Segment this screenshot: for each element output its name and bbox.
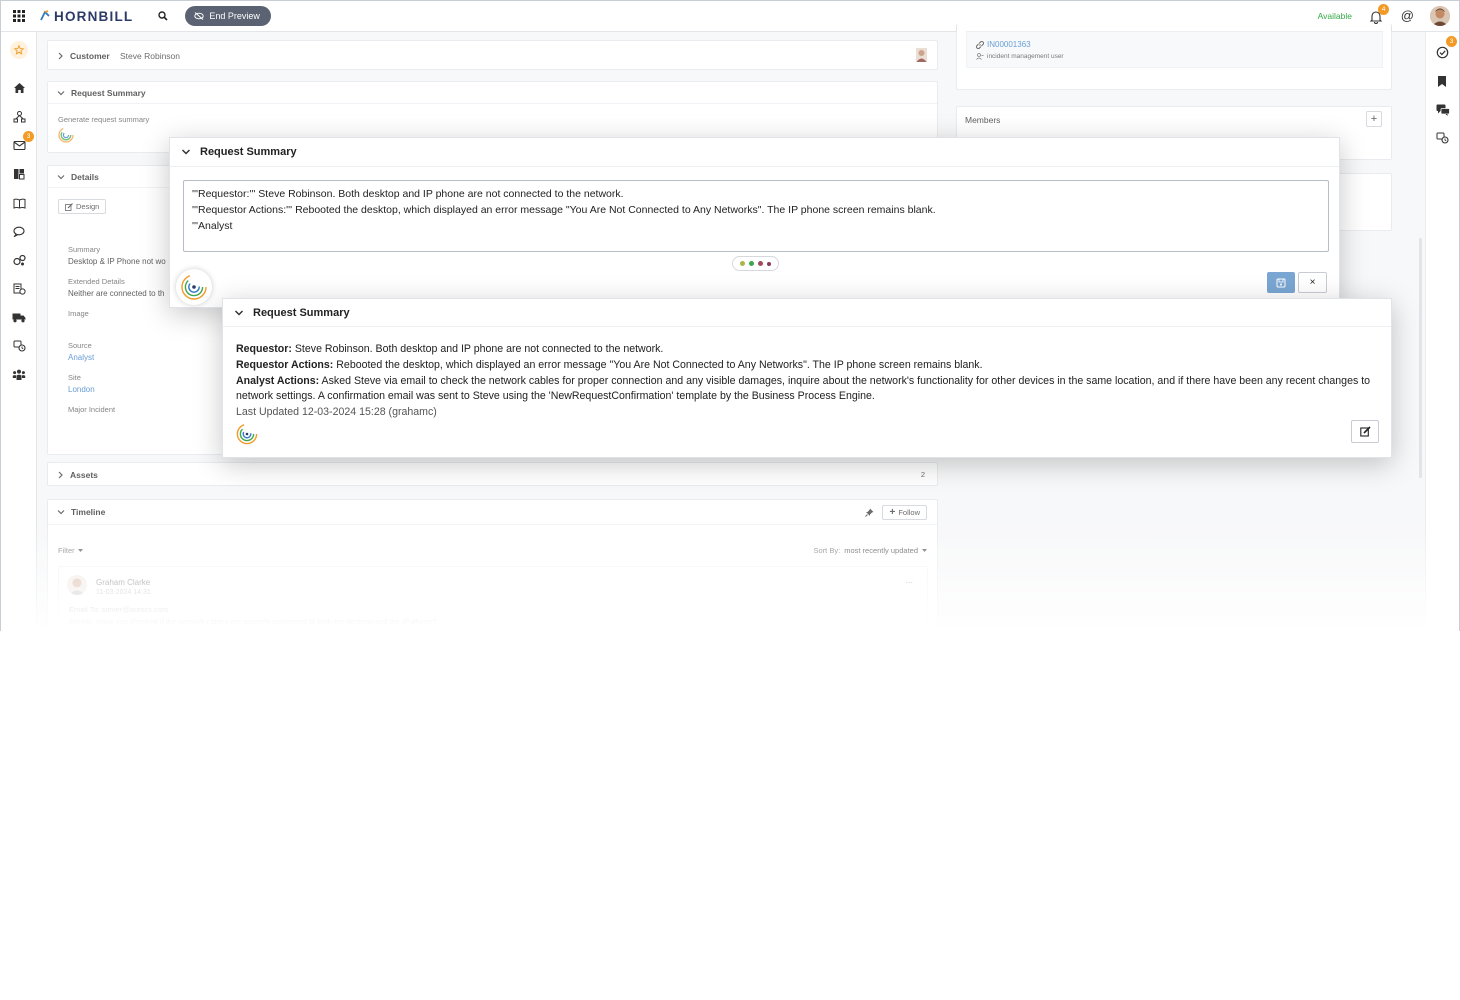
dashboard-icon[interactable] bbox=[11, 166, 27, 182]
chevron-down-icon bbox=[181, 149, 191, 155]
save-button[interactable] bbox=[1267, 272, 1295, 293]
requestor-actions-line: Requestor Actions: Rebooted the desktop,… bbox=[236, 358, 1376, 374]
check-circle-icon[interactable]: 3 bbox=[1436, 36, 1457, 60]
hierarchy-icon[interactable] bbox=[11, 109, 27, 125]
save-icon bbox=[1276, 278, 1286, 287]
hornbill-logo[interactable]: HORNBILL bbox=[39, 9, 133, 24]
right-navigation: 3 bbox=[1425, 32, 1459, 631]
service-icon[interactable] bbox=[1436, 132, 1450, 146]
close-icon: × bbox=[1309, 277, 1316, 288]
requestor-actions-text: Rebooted the desktop, which displayed an… bbox=[333, 358, 983, 371]
requestor-line: Requestor: Steve Robinson. Both desktop … bbox=[236, 342, 1376, 358]
analyst-actions-line: Analyst Actions: Asked Steve via email t… bbox=[236, 374, 1376, 406]
left-navigation: 3 bbox=[1, 32, 37, 631]
progress-dot bbox=[758, 261, 763, 266]
edit-dialog-title: Request Summary bbox=[200, 146, 297, 158]
hornbill-logo-icon bbox=[40, 10, 50, 21]
eye-slash-icon bbox=[194, 12, 205, 20]
mentions-button[interactable]: @ bbox=[1401, 8, 1414, 23]
progress-dot bbox=[767, 261, 771, 266]
ai-summary-icon[interactable] bbox=[236, 423, 258, 445]
logo-text: HORNBILL bbox=[54, 8, 134, 24]
end-preview-label: End Preview bbox=[209, 11, 260, 21]
tasks-badge: 3 bbox=[1446, 36, 1457, 47]
cogs-icon[interactable] bbox=[11, 252, 27, 268]
requestor-actions-label: Requestor Actions: bbox=[236, 358, 334, 371]
comments-icon[interactable] bbox=[1436, 104, 1450, 118]
inbox-badge: 3 bbox=[23, 131, 34, 142]
editor-line: '''Requestor:''' Steve Robinson. Both de… bbox=[192, 188, 624, 200]
service-catalog-icon[interactable] bbox=[11, 338, 27, 354]
app-grid-icon[interactable] bbox=[1, 0, 37, 32]
summary-editor-textarea[interactable]: '''Requestor:''' Steve Robinson. Both de… bbox=[183, 180, 1329, 252]
notification-badge: 4 bbox=[1378, 4, 1389, 15]
ai-assistant-icon[interactable] bbox=[176, 269, 212, 305]
end-preview-button[interactable]: End Preview bbox=[185, 6, 271, 26]
edit-icon bbox=[1359, 426, 1371, 437]
chevron-down-icon bbox=[234, 309, 244, 316]
summary-card-header[interactable]: Request Summary bbox=[223, 299, 1391, 327]
requestor-text: Steve Robinson. Both desktop and IP phon… bbox=[291, 343, 664, 355]
requestor-label: Requestor: bbox=[236, 343, 292, 355]
editor-line: '''Analyst bbox=[192, 220, 233, 232]
summary-card-title: Request Summary bbox=[253, 306, 350, 319]
inbox-icon[interactable]: 3 bbox=[11, 131, 34, 153]
book-icon[interactable] bbox=[11, 195, 27, 211]
progress-dot bbox=[749, 261, 754, 266]
bookmark-icon[interactable] bbox=[1436, 75, 1450, 89]
home-icon[interactable] bbox=[11, 80, 27, 96]
people-icon[interactable] bbox=[11, 367, 27, 383]
editor-line: '''Requestor Actions:''' Rebooted the de… bbox=[192, 204, 936, 216]
last-updated: Last Updated 12-03-2024 15:28 (grahamc) bbox=[236, 406, 437, 419]
request-summary-edit-dialog: Request Summary '''Requestor:''' Steve R… bbox=[169, 137, 1340, 308]
chat-icon[interactable] bbox=[11, 223, 27, 239]
request-summary-card: Request Summary Requestor: Steve Robinso… bbox=[222, 298, 1392, 458]
favourites-star-icon[interactable] bbox=[10, 41, 28, 59]
app-window: HORNBILL End Preview Available 4 @ 3 3 C… bbox=[0, 0, 1460, 631]
user-avatar[interactable] bbox=[1430, 6, 1450, 26]
close-button[interactable]: × bbox=[1298, 272, 1327, 293]
summary-card-body: Requestor: Steve Robinson. Both desktop … bbox=[236, 342, 1376, 421]
analyst-actions-text: Asked Steve via email to check the netwo… bbox=[236, 374, 1371, 403]
request-list-icon[interactable] bbox=[11, 281, 27, 297]
edit-summary-button[interactable] bbox=[1351, 420, 1379, 443]
progress-dot bbox=[740, 261, 745, 266]
truck-icon[interactable] bbox=[11, 309, 27, 325]
edit-dialog-header[interactable]: Request Summary bbox=[170, 138, 1339, 167]
analyst-actions-label: Analyst Actions: bbox=[236, 374, 320, 387]
availability-status[interactable]: Available bbox=[1318, 11, 1352, 21]
generating-indicator bbox=[732, 256, 779, 271]
search-icon[interactable] bbox=[153, 6, 173, 26]
